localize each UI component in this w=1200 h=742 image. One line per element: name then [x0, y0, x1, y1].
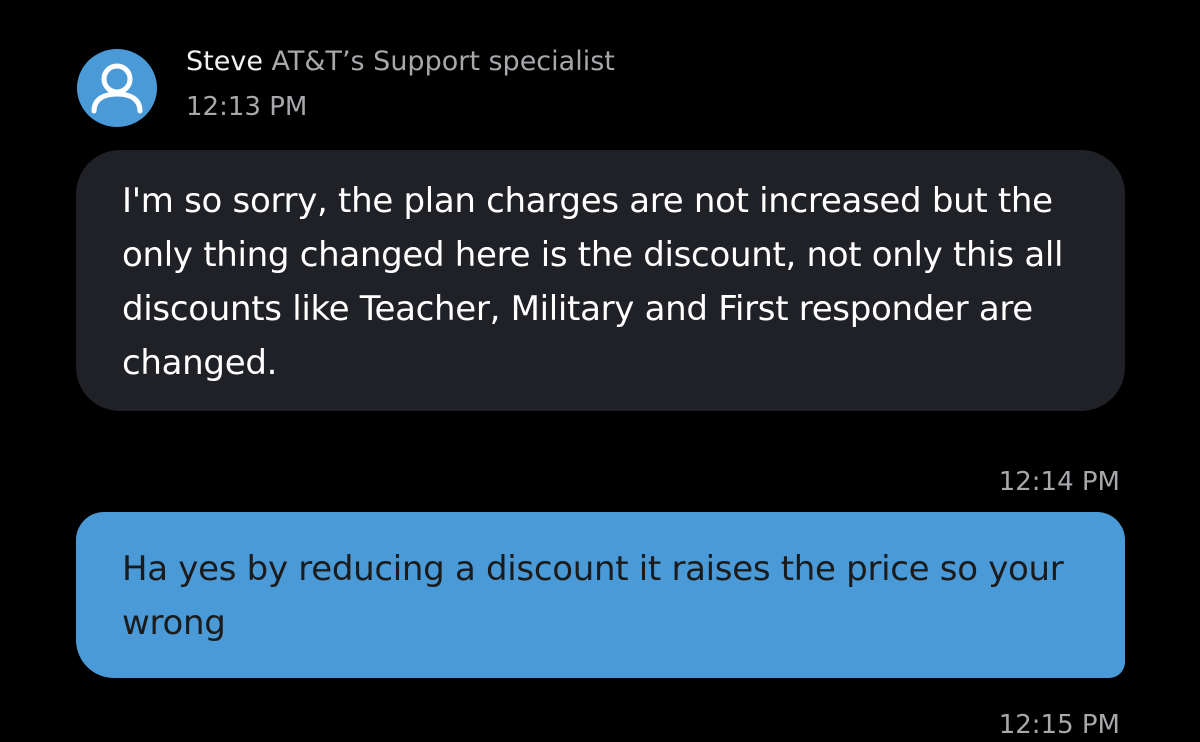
- sender-name: Steve: [186, 46, 263, 77]
- outgoing-message-bubble[interactable]: Ha yes by reducing a discount it raises …: [76, 512, 1125, 678]
- message-timestamp: 12:13 PM: [186, 92, 308, 122]
- person-icon: [91, 63, 143, 114]
- sender-header: Steve AT&T’s Support specialist: [186, 44, 615, 80]
- chat-thread: Steve AT&T’s Support specialist 12:13 PM…: [0, 0, 1200, 740]
- message-timestamp: 12:15 PM: [998, 710, 1120, 740]
- sender-role: AT&T’s Support specialist: [271, 46, 615, 77]
- incoming-message-bubble[interactable]: I'm so sorry, the plan charges are not i…: [76, 150, 1125, 411]
- avatar[interactable]: [77, 49, 157, 127]
- message-timestamp: 12:14 PM: [998, 467, 1120, 497]
